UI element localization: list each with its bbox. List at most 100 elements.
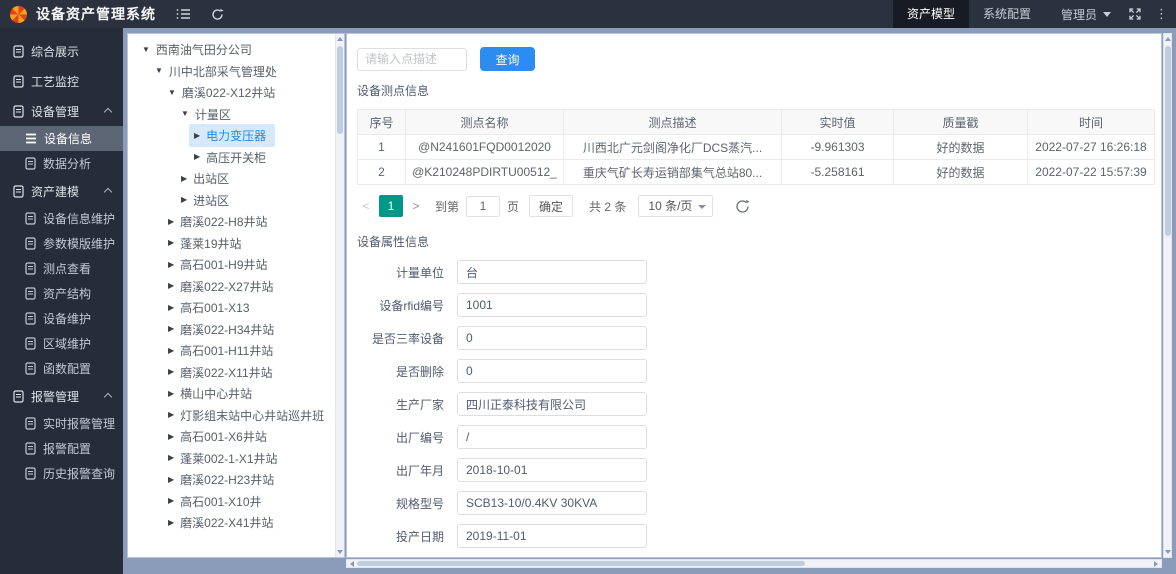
point-desc-input[interactable] — [357, 47, 467, 71]
tree-toggle-icon[interactable] — [168, 476, 174, 484]
sidebar-item[interactable]: 资产结构 — [0, 281, 123, 306]
tree-toggle-icon[interactable] — [181, 196, 187, 204]
sidebar-item[interactable]: 设备信息 — [0, 126, 123, 151]
topbar-nav-item[interactable]: 系统配置 — [969, 0, 1045, 28]
sidebar-item[interactable]: 参数模版维护 — [0, 231, 123, 256]
tree-toggle-icon[interactable] — [194, 153, 200, 161]
form-field-input[interactable] — [457, 326, 647, 350]
tree-node[interactable]: 电力变压器 — [128, 124, 344, 148]
tree-toggle-icon[interactable] — [168, 347, 174, 355]
tree-node[interactable]: 高石001-X13 — [128, 297, 344, 319]
form-field-input[interactable] — [457, 557, 647, 558]
tree-node[interactable]: 横山中心井站 — [128, 383, 344, 405]
tree-toggle-icon[interactable] — [168, 239, 174, 247]
tree-node[interactable]: 蓬莱19井站 — [128, 233, 344, 255]
form-field-input[interactable] — [457, 491, 647, 515]
tree-toggle-icon[interactable] — [168, 497, 174, 505]
tree-toggle-icon[interactable] — [168, 261, 174, 269]
tree-node[interactable]: 高石001-X10井 — [128, 491, 344, 513]
tree-node[interactable]: 磨溪022-H23井站 — [128, 469, 344, 491]
points-table-row[interactable]: 2 @K210248PDIRTU00512_ 重庆气矿长寿运销部集气总站80..… — [357, 159, 1155, 185]
tree-node[interactable]: 进站区 — [128, 190, 344, 212]
form-field-input[interactable] — [457, 392, 647, 416]
tree-toggle-icon[interactable] — [142, 46, 150, 54]
tree-node[interactable]: 磨溪022-X41井站 — [128, 512, 344, 534]
scroll-down-icon[interactable] — [337, 550, 343, 554]
refresh-icon[interactable] — [211, 8, 224, 21]
form-field-input[interactable] — [457, 260, 647, 284]
sidebar-item[interactable]: 设备管理 — [0, 96, 123, 126]
tree-toggle-icon[interactable] — [181, 175, 187, 183]
tree-toggle-icon[interactable] — [155, 67, 163, 75]
prev-page-icon[interactable]: < — [357, 199, 375, 213]
tree-node[interactable]: 高石001-H11井站 — [128, 340, 344, 362]
tree-toggle-icon[interactable] — [194, 132, 200, 140]
scroll-right-icon[interactable] — [1154, 561, 1158, 567]
tree-toggle-icon[interactable] — [168, 89, 176, 97]
page-size-select[interactable]: 10 条/页 — [638, 195, 714, 217]
sidebar-item[interactable]: 区域维护 — [0, 331, 123, 356]
user-menu[interactable]: 管理员 — [1061, 6, 1111, 23]
sidebar-item[interactable]: 函数配置 — [0, 356, 123, 381]
form-field-input[interactable] — [457, 458, 647, 482]
sidebar-item[interactable]: 综合展示 — [0, 36, 123, 66]
tree-node[interactable]: 高石001-X6井站 — [128, 426, 344, 448]
main-vertical-scrollbar[interactable] — [1163, 33, 1172, 558]
scroll-left-icon[interactable] — [350, 561, 354, 567]
sidebar-item[interactable]: 工艺监控 — [0, 66, 123, 96]
more-options-icon[interactable]: ⋮ — [1155, 6, 1168, 22]
next-page-icon[interactable]: > — [407, 199, 425, 213]
tree-node[interactable]: 磨溪022-H34井站 — [128, 319, 344, 341]
tree-toggle-icon[interactable] — [168, 519, 174, 527]
tree-toggle-icon[interactable] — [168, 411, 174, 419]
tree-scrollbar-thumb[interactable] — [337, 46, 343, 134]
form-field-input[interactable] — [457, 524, 647, 548]
tree-toggle-icon[interactable] — [168, 433, 174, 441]
sidebar-item[interactable]: 测点查看 — [0, 256, 123, 281]
current-page[interactable]: 1 — [379, 195, 403, 217]
tree-node[interactable]: 蓬莱002-1-X1井站 — [128, 448, 344, 470]
scroll-up-icon[interactable] — [1165, 37, 1171, 41]
tree-toggle-icon[interactable] — [168, 454, 174, 462]
form-field-input[interactable] — [457, 359, 647, 383]
tree-toggle-icon[interactable] — [168, 218, 174, 226]
sidebar-item[interactable]: 设备信息维护 — [0, 206, 123, 231]
tree-node[interactable]: 出站区 — [128, 168, 344, 190]
form-field-input[interactable] — [457, 425, 647, 449]
main-vscrollbar-thumb[interactable] — [1165, 46, 1171, 236]
tree-node[interactable]: 高石001-H9井站 — [128, 254, 344, 276]
sidebar-item[interactable]: 设备维护 — [0, 306, 123, 331]
tree-node[interactable]: 川中北部采气管理处 — [128, 61, 344, 83]
tree-node[interactable]: 计量区 — [128, 104, 344, 126]
tree-toggle-icon[interactable] — [181, 110, 189, 118]
scroll-down-icon[interactable] — [1165, 550, 1171, 554]
jump-confirm-button[interactable]: 确定 — [529, 195, 574, 217]
sidebar-item[interactable]: 报警配置 — [0, 436, 123, 461]
tree-toggle-icon[interactable] — [168, 282, 174, 290]
jump-page-input[interactable] — [466, 195, 501, 217]
tree-node[interactable]: 高压开关柜 — [128, 147, 344, 169]
tree-toggle-icon[interactable] — [168, 390, 174, 398]
tree-scrollbar[interactable] — [335, 34, 344, 557]
tree-node[interactable]: 磨溪022-X12井站 — [128, 82, 344, 104]
tree-node[interactable]: 灯影组末站中心井站巡井班 — [128, 405, 344, 427]
table-refresh-icon[interactable] — [735, 199, 751, 214]
tree-node[interactable]: 磨溪022-X11井站 — [128, 362, 344, 384]
fullscreen-icon[interactable] — [1129, 8, 1141, 20]
menu-list-icon[interactable] — [176, 8, 191, 20]
sidebar-item[interactable]: 资产建模 — [0, 176, 123, 206]
tree-toggle-icon[interactable] — [168, 325, 174, 333]
tree-node[interactable]: 西南油气田分公司 — [128, 39, 344, 61]
tree-toggle-icon[interactable] — [168, 368, 174, 376]
topbar-nav-item[interactable]: 资产模型 — [892, 0, 969, 28]
tree-node[interactable]: 磨溪022-X27井站 — [128, 276, 344, 298]
query-button[interactable]: 查询 — [480, 47, 535, 71]
main-horizontal-scrollbar[interactable] — [346, 559, 1162, 568]
sidebar-item[interactable]: 实时报警管理 — [0, 411, 123, 436]
sidebar-item[interactable]: 报警管理 — [0, 381, 123, 411]
scroll-up-icon[interactable] — [337, 37, 343, 41]
tree-node[interactable]: 磨溪022-H8井站 — [128, 211, 344, 233]
points-table-row[interactable]: 1 @N241601FQD0012020 川西北广元剑阁净化厂DCS蒸汽... … — [357, 134, 1155, 160]
sidebar-item[interactable]: 历史报警查询 — [0, 461, 123, 486]
tree-toggle-icon[interactable] — [168, 304, 174, 312]
